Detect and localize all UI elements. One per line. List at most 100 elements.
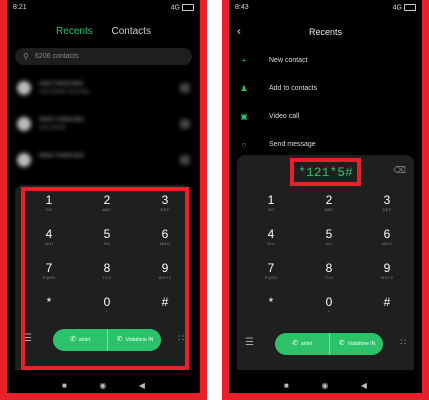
dialpad: *121*5# ⌫ 1 GO 2 ABC 3 DEF 4 GHI 5 JKL 6 MNO 7… bbox=[237, 155, 414, 370]
key-4[interactable]: 4 GHI bbox=[19, 227, 79, 261]
key-digit: 7 bbox=[267, 261, 275, 275]
list-item[interactable]: Noon Friend Box India Mobile bbox=[15, 116, 192, 134]
key-star[interactable]: *, bbox=[241, 295, 301, 329]
menu-icon[interactable]: ☰ bbox=[23, 333, 32, 344]
menu-add-to-contacts[interactable]: ♟ Add to contacts bbox=[239, 84, 414, 96]
key-digit: 0 bbox=[325, 295, 333, 309]
key-digit: 2 bbox=[103, 193, 111, 207]
key-2[interactable]: 2 ABC bbox=[299, 193, 359, 227]
list-item[interactable]: Noon Friend Box bbox=[15, 152, 192, 170]
key-letters: TUV bbox=[102, 275, 112, 280]
key-digit: 3 bbox=[383, 193, 391, 207]
back-icon[interactable]: ◀ bbox=[139, 381, 145, 390]
key-5[interactable]: 5 JKL bbox=[299, 227, 359, 261]
contact-name: Noon Friend Box bbox=[39, 153, 85, 159]
call-sim2-button[interactable]: ✆ Vodafone IN bbox=[107, 329, 162, 351]
key-digit: 9 bbox=[161, 261, 169, 275]
key-digit: # bbox=[383, 295, 391, 309]
key-7[interactable]: 7 PQRS bbox=[241, 261, 301, 295]
search-input[interactable]: ⚲ 6206 contacts bbox=[15, 48, 192, 65]
key-letters: MNO bbox=[159, 241, 171, 246]
call-sim1-button[interactable]: ✆ airtel bbox=[275, 333, 329, 355]
menu-new-contact[interactable]: + New contact bbox=[239, 56, 414, 68]
contact-sub: India Mobile Yesterday bbox=[39, 89, 90, 95]
status-bar: 8:21 4G bbox=[13, 2, 194, 14]
key-digit: * bbox=[268, 295, 274, 309]
key-digit: 2 bbox=[325, 193, 333, 207]
key-letters: TUV bbox=[324, 275, 334, 280]
left-phone-screen: 8:21 4G Recents Contacts ⚲ 6206 contacts… bbox=[7, 0, 200, 393]
list-item[interactable]: Axel Friend Blue India Mobile Yesterday bbox=[15, 80, 192, 98]
key-digit: 6 bbox=[161, 227, 169, 241]
dialed-number-highlight: *121*5# bbox=[290, 158, 361, 186]
key-hash[interactable]: # bbox=[357, 295, 417, 329]
key-6[interactable]: 6 MNO bbox=[135, 227, 195, 261]
menu-label: New contact bbox=[269, 57, 308, 64]
key-letters: GO bbox=[267, 207, 275, 212]
status-time: 8:21 bbox=[13, 4, 27, 11]
key-1[interactable]: 1 GO bbox=[19, 193, 79, 227]
back-icon[interactable]: ◀ bbox=[361, 381, 367, 390]
nav-bar: ■ ◉ ◀ bbox=[229, 375, 422, 390]
menu-icon[interactable]: ☰ bbox=[245, 337, 254, 348]
key-4[interactable]: 4 GHI bbox=[241, 227, 301, 261]
video-icon: ▣ bbox=[240, 112, 248, 121]
info-icon[interactable] bbox=[180, 119, 190, 129]
key-letters: , bbox=[48, 309, 50, 314]
key-7[interactable]: 7 PQRS bbox=[19, 261, 79, 295]
key-8[interactable]: 8 TUV bbox=[299, 261, 359, 295]
status-icons: 4G bbox=[171, 4, 194, 11]
key-8[interactable]: 8 TUV bbox=[77, 261, 137, 295]
right-phone-frame: 8:43 4G ‹ Recents + New contact ♟ Add to… bbox=[222, 0, 429, 400]
person-icon: ♟ bbox=[240, 84, 248, 93]
key-9[interactable]: 9 WXYZ bbox=[135, 261, 195, 295]
dialpad-toggle-icon[interactable]: ∷ bbox=[400, 337, 406, 348]
backspace-icon[interactable]: ⌫ bbox=[393, 165, 406, 176]
phone-icon: ✆ bbox=[292, 340, 299, 347]
key-digit: 1 bbox=[45, 193, 53, 207]
key-0[interactable]: 0 + bbox=[77, 295, 137, 329]
tab-contacts[interactable]: Contacts bbox=[112, 26, 151, 37]
home-icon[interactable]: ◉ bbox=[321, 381, 328, 390]
key-6[interactable]: 6 MNO bbox=[357, 227, 417, 261]
key-2[interactable]: 2 ABC bbox=[77, 193, 137, 227]
sim2-label: Vodafone IN bbox=[125, 337, 154, 343]
tab-recents[interactable]: Recents bbox=[56, 26, 93, 37]
info-icon[interactable] bbox=[180, 83, 190, 93]
info-icon[interactable] bbox=[180, 155, 190, 165]
key-3[interactable]: 3 DEF bbox=[357, 193, 417, 227]
key-1[interactable]: 1 GO bbox=[241, 193, 301, 227]
key-digit: 0 bbox=[103, 295, 111, 309]
page-title: Recents bbox=[308, 27, 343, 37]
call-sim2-button[interactable]: ✆ Vodafone IN bbox=[329, 333, 384, 355]
key-digit: # bbox=[161, 295, 169, 309]
search-placeholder: 6206 contacts bbox=[35, 53, 79, 60]
key-letters: JKL bbox=[103, 241, 111, 246]
key-5[interactable]: 5 JKL bbox=[77, 227, 137, 261]
network-label: 4G bbox=[392, 4, 402, 12]
key-letters: ABC bbox=[102, 207, 112, 212]
menu-send-message[interactable]: ○ Send message bbox=[239, 140, 414, 152]
status-icons: 4G bbox=[393, 4, 416, 11]
key-digit: 4 bbox=[45, 227, 53, 241]
key-letters: PQRS bbox=[42, 275, 56, 280]
key-letters: + bbox=[327, 309, 331, 314]
key-digit: * bbox=[46, 295, 52, 309]
key-0[interactable]: 0 + bbox=[299, 295, 359, 329]
key-star[interactable]: *, bbox=[19, 295, 79, 329]
key-hash[interactable]: # bbox=[135, 295, 195, 329]
recent-apps-icon[interactable]: ■ bbox=[284, 381, 289, 390]
phone-icon: ✆ bbox=[70, 336, 77, 343]
key-letters: ABC bbox=[324, 207, 334, 212]
key-letters: GHI bbox=[44, 241, 53, 246]
key-3[interactable]: 3 DEF bbox=[135, 193, 195, 227]
dialpad-toggle-icon[interactable]: ∷ bbox=[178, 333, 184, 344]
battery-icon bbox=[182, 4, 194, 11]
key-9[interactable]: 9 WXYZ bbox=[357, 261, 417, 295]
call-sim1-button[interactable]: ✆ airtel bbox=[53, 329, 107, 351]
top-bar: ‹ Recents bbox=[229, 24, 422, 44]
status-bar: 8:43 4G bbox=[235, 2, 416, 14]
menu-video-call[interactable]: ▣ Video call bbox=[239, 112, 414, 124]
home-icon[interactable]: ◉ bbox=[99, 381, 106, 390]
recent-apps-icon[interactable]: ■ bbox=[62, 381, 67, 390]
